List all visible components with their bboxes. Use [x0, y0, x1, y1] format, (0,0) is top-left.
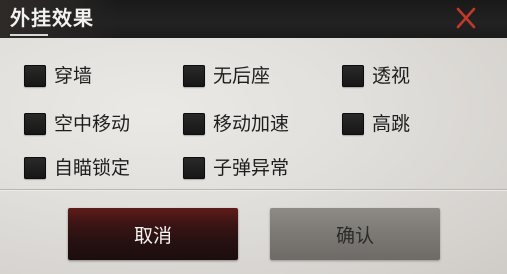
option-label: 高跳 [372, 113, 411, 135]
option-label: 透视 [372, 65, 411, 87]
checkbox[interactable] [183, 65, 205, 87]
option-label: 子弹异常 [213, 157, 290, 179]
checkbox[interactable] [342, 113, 364, 135]
option-bullet-anomaly[interactable]: 子弹异常 [183, 155, 289, 181]
option-speed-boost[interactable]: 移动加速 [183, 111, 289, 137]
close-x-icon [456, 7, 476, 29]
dialog-header: 外挂效果 [0, 0, 507, 38]
option-label: 穿墙 [54, 65, 93, 87]
confirm-button[interactable]: 确认 [270, 208, 440, 260]
cancel-button[interactable]: 取消 [68, 208, 238, 260]
cheat-effects-dialog: 外挂效果 穿墙 无后座 透视 空中移动 移动加速 高跳 自瞄锁定 子弹异常 取消… [0, 0, 507, 274]
checkbox[interactable] [183, 157, 205, 179]
option-wall-hack[interactable]: 穿墙 [24, 63, 92, 89]
option-label: 无后座 [213, 65, 271, 87]
checkbox[interactable] [183, 113, 205, 135]
checkbox[interactable] [24, 157, 46, 179]
option-no-recoil[interactable]: 无后座 [183, 63, 270, 89]
checkbox[interactable] [342, 65, 364, 87]
divider-highlight [0, 190, 507, 191]
close-button[interactable] [448, 1, 484, 35]
checkbox[interactable] [24, 65, 46, 87]
option-high-jump[interactable]: 高跳 [342, 111, 410, 137]
option-label: 空中移动 [54, 113, 131, 135]
option-aim-lock[interactable]: 自瞄锁定 [24, 155, 130, 181]
option-label: 自瞄锁定 [54, 157, 131, 179]
option-air-move[interactable]: 空中移动 [24, 111, 130, 137]
option-see-through[interactable]: 透视 [342, 63, 410, 89]
option-label: 移动加速 [213, 113, 290, 135]
title-underline [10, 34, 48, 36]
checkbox[interactable] [24, 113, 46, 135]
dialog-title: 外挂效果 [10, 6, 94, 30]
